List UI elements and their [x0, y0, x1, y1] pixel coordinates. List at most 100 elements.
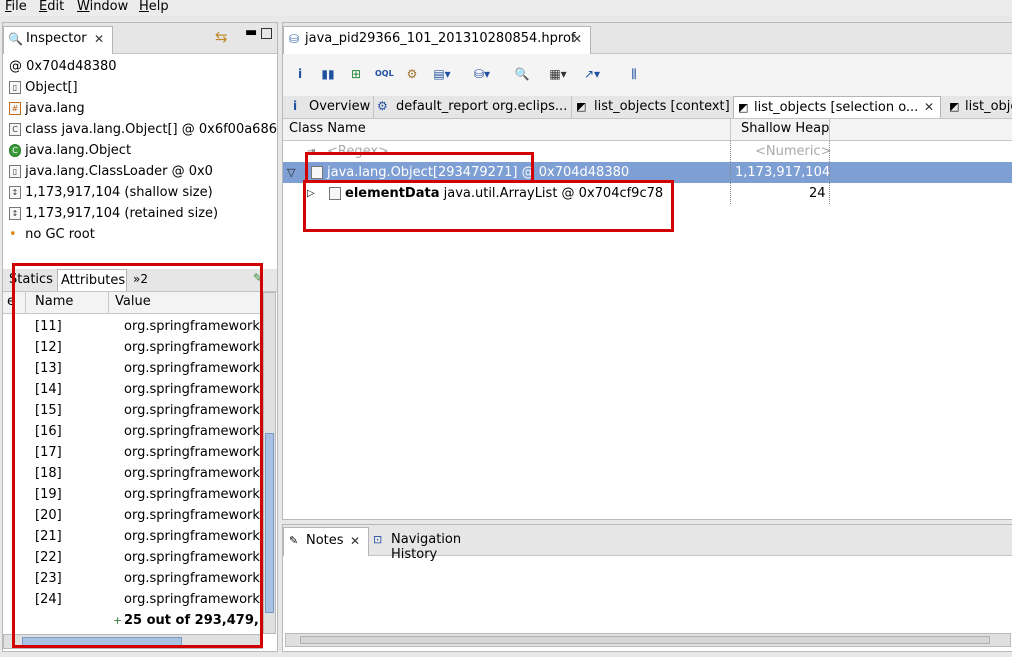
- minimize-icon[interactable]: ▬: [245, 25, 257, 40]
- tab-list-objects-context[interactable]: ◩ list_objects [context]: [571, 96, 732, 118]
- cell-name: [12]: [35, 340, 62, 355]
- cell-name: [16]: [35, 424, 62, 439]
- close-icon[interactable]: ✕: [350, 534, 360, 548]
- tab-overview-label: Overview: [309, 99, 371, 114]
- table-row[interactable]: [21] org.springframework: [3, 526, 263, 547]
- numeric-filter[interactable]: <Numeric>: [755, 141, 832, 162]
- dominator-tree-icon[interactable]: ⊞: [347, 65, 365, 83]
- table-row[interactable]: [13] org.springframework: [3, 358, 263, 379]
- tab-heap-dump-label: java_pid29366_101_201310280854.hprof: [305, 31, 576, 46]
- info-class: C class java.lang.Object[] @ 0x6f00a686: [3, 119, 277, 140]
- cell-value: org.springframework: [124, 550, 260, 565]
- histogram-icon[interactable]: ▮▮: [319, 65, 337, 83]
- collapse-chevron-icon[interactable]: ▽: [287, 162, 295, 183]
- cell-name: [11]: [35, 319, 62, 334]
- col-name[interactable]: Name: [35, 294, 73, 309]
- tab-navigation-history[interactable]: ⊡ Navigation History: [369, 527, 509, 562]
- table-row[interactable]: [24] org.springframework: [3, 589, 263, 610]
- tab-attributes-label: Attributes: [61, 273, 126, 288]
- expand-chevron-icon[interactable]: ▷: [307, 183, 315, 204]
- close-icon[interactable]: ✕: [572, 32, 582, 46]
- tree-row-child[interactable]: ▷ elementData java.util.ArrayList @ 0x70…: [283, 183, 1012, 204]
- table-row[interactable]: [11] org.springframework: [3, 316, 263, 337]
- info-address: @ 0x704d48380: [3, 56, 277, 77]
- table-row[interactable]: [18] org.springframework: [3, 463, 263, 484]
- attributes-hscroll[interactable]: [3, 634, 263, 649]
- cell-value: org.springframework: [124, 424, 260, 439]
- field-name: elementData: [345, 186, 440, 201]
- calculate-retained-icon[interactable]: ⫼: [625, 65, 643, 83]
- tab-list-objects-more[interactable]: ◩ list_obje: [945, 96, 1012, 118]
- maximize-icon[interactable]: [261, 28, 272, 39]
- col-separator: [730, 119, 731, 140]
- tab-notes[interactable]: ✎ Notes ✕: [283, 527, 369, 556]
- hscroll-thumb[interactable]: [22, 637, 182, 646]
- menu-help[interactable]: Help: [139, 0, 169, 15]
- group-by-icon[interactable]: ▦▾: [549, 65, 567, 83]
- table-row[interactable]: [20] org.springframework: [3, 505, 263, 526]
- magnifier-icon: 🔍: [8, 32, 23, 46]
- vscroll-thumb[interactable]: [265, 433, 274, 613]
- tab-inspector-label: Inspector: [26, 31, 87, 46]
- table-row[interactable]: [22] org.springframework: [3, 547, 263, 568]
- tab-list-objects-context-label: list_objects [context]: [594, 99, 730, 114]
- close-icon[interactable]: ✕: [94, 32, 104, 46]
- run-report-icon[interactable]: ▤▾: [433, 65, 451, 83]
- tab-default-report[interactable]: ⚙ default_report org.eclips...: [373, 96, 570, 118]
- menu-edit[interactable]: Edit: [39, 0, 64, 15]
- col-type[interactable]: e: [7, 294, 15, 309]
- pin-icon[interactable]: ✎: [253, 271, 263, 285]
- export-icon[interactable]: ↗▾: [583, 65, 601, 83]
- cell-name: [23]: [35, 571, 62, 586]
- cell-value: org.springframework: [124, 319, 260, 334]
- menu-file[interactable]: File: [5, 0, 27, 15]
- col-value[interactable]: Value: [115, 294, 151, 309]
- link-with-editor-icon[interactable]: ⇆: [215, 28, 228, 46]
- info-package: # java.lang: [3, 98, 277, 119]
- table-row[interactable]: [17] org.springframework: [3, 442, 263, 463]
- search-icon[interactable]: 🔍: [513, 65, 531, 83]
- package-icon: #: [9, 102, 21, 115]
- tab-overview[interactable]: i Overview: [287, 96, 371, 118]
- cell-value: org.springframework: [124, 445, 260, 460]
- col-separator: [829, 119, 830, 140]
- regex-filter[interactable]: <Regex>: [327, 141, 389, 162]
- close-icon[interactable]: ✕: [924, 100, 934, 114]
- tree-header: Class Name Shallow Heap: [283, 119, 1012, 141]
- query-browser-icon[interactable]: ⛁▾: [473, 65, 491, 83]
- tab-inspector[interactable]: 🔍 Inspector ✕: [3, 26, 113, 54]
- tab-heap-dump[interactable]: ⛁ java_pid29366_101_201310280854.hprof ✕: [283, 26, 591, 54]
- at-icon: @: [9, 59, 22, 74]
- col-class-name[interactable]: Class Name: [289, 121, 366, 136]
- class-icon: C: [9, 123, 21, 136]
- notes-hscroll-thumb[interactable]: [300, 636, 990, 644]
- table-row[interactable]: [19] org.springframework: [3, 484, 263, 505]
- cell-value: org.springframework: [124, 592, 260, 607]
- col-guide: [829, 141, 830, 204]
- notes-hscroll[interactable]: [285, 633, 1011, 647]
- tree-row-selected[interactable]: ▽ java.lang.Object[293479271] @ 0x704d48…: [283, 162, 1012, 183]
- tab-list-objects-selection[interactable]: ◩ list_objects [selection o... ✕: [733, 96, 941, 118]
- table-row-summary[interactable]: +25 out of 293,479,: [3, 610, 263, 631]
- col-shallow-heap[interactable]: Shallow Heap: [741, 121, 829, 136]
- info-text: 0x704d48380: [26, 59, 117, 74]
- inspector-panel: 🔍 Inspector ✕ ⇆ ▬ @ 0x704d48380 ▯ Object…: [2, 22, 278, 652]
- tab-attributes[interactable]: Attributes: [57, 269, 127, 291]
- overview-icon[interactable]: i: [291, 65, 309, 83]
- attributes-vscroll[interactable]: [263, 292, 276, 634]
- table-row[interactable]: [16] org.springframework: [3, 421, 263, 442]
- oql-icon[interactable]: OQL: [375, 65, 394, 83]
- expand-more-icon: +: [113, 614, 123, 627]
- database-icon: ⛁: [289, 32, 300, 46]
- table-row[interactable]: [15] org.springframework: [3, 400, 263, 421]
- thread-overview-icon[interactable]: ⚙: [403, 65, 421, 83]
- menu-window[interactable]: Window: [77, 0, 128, 15]
- more-tabs-chevron[interactable]: »2: [133, 272, 148, 286]
- tab-statics[interactable]: Statics: [9, 272, 53, 287]
- table-row[interactable]: [14] org.springframework: [3, 379, 263, 400]
- cell-name: [13]: [35, 361, 62, 376]
- info-text: 1,173,917,104 (shallow size): [25, 185, 213, 200]
- table-row[interactable]: [12] org.springframework: [3, 337, 263, 358]
- info-superclass: C java.lang.Object: [3, 140, 277, 161]
- table-row[interactable]: [23] org.springframework: [3, 568, 263, 589]
